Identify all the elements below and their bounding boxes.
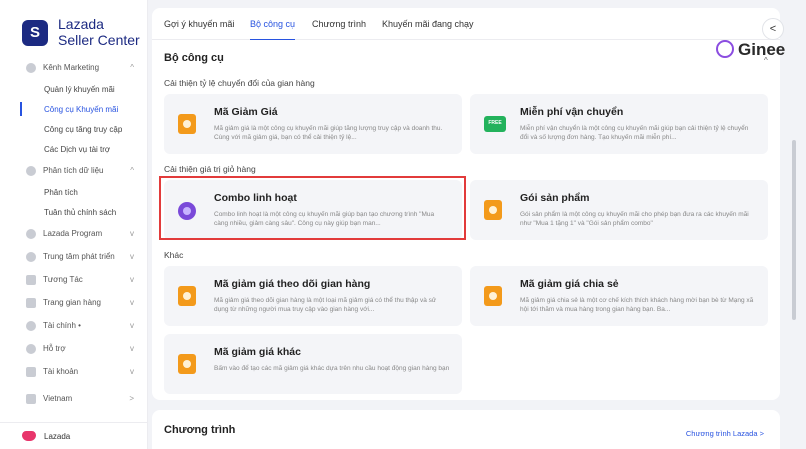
scrollbar[interactable] — [792, 140, 796, 320]
tool-description: Gói sản phẩm là một công cụ khuyến mãi c… — [520, 211, 749, 227]
program-link[interactable]: Chương trình Lazada > — [686, 429, 764, 438]
sidebar-item-label: Vietnam — [43, 394, 73, 403]
finance-icon — [26, 320, 36, 331]
sidebar-item-label: Tài khoản — [43, 367, 79, 376]
chevron-up-icon: ^ — [130, 166, 134, 175]
tab-running-promotions[interactable]: Khuyến mãi đang chạy — [382, 8, 474, 40]
sidebar: S Lazada Seller Center Kênh Marketing ^ Q… — [0, 0, 148, 449]
sidebar-item-label: Tài chính • — [43, 321, 81, 330]
lazada-logo-icon: S — [22, 20, 48, 46]
brand-name: Lazada — [58, 16, 104, 32]
chevron-down-icon: v — [130, 229, 134, 238]
tool-description: Mã giảm giá theo dõi gian hàng là một lo… — [214, 297, 437, 313]
program-card: Chương trình Chương trình Lazada > — [152, 410, 780, 449]
tool-follow-voucher[interactable]: Mã giảm giá theo dõi gian hàng Mã giảm g… — [164, 266, 462, 326]
sidebar-footer[interactable]: Lazada — [0, 422, 148, 449]
sidebar-subitem-sponsored[interactable]: Các Dịch vụ tài trợ — [0, 139, 148, 159]
sidebar-item-account[interactable]: Tài khoản v — [0, 360, 148, 383]
highlight-box — [159, 176, 466, 240]
store-icon — [26, 297, 36, 308]
growth-icon — [26, 251, 36, 262]
collapse-button[interactable]: < — [762, 18, 784, 40]
sidebar-item-marketing[interactable]: Kênh Marketing ^ — [0, 56, 148, 79]
chevron-down-icon: v — [130, 367, 134, 376]
tool-description: Mã giảm giá chia sẻ là một cơ chế kích t… — [520, 297, 754, 313]
account-icon — [26, 366, 36, 377]
voucher-icon — [178, 114, 196, 134]
sidebar-item-label: Kênh Marketing — [43, 63, 100, 72]
sidebar-item-engagement[interactable]: Tương Tác v — [0, 268, 148, 291]
ginee-logo-icon — [716, 40, 734, 58]
tool-share-voucher[interactable]: Mã giảm giá chia sẻ Mã giảm giá chia sẻ … — [470, 266, 768, 326]
sidebar-item-support[interactable]: Hỗ trợ v — [0, 337, 148, 360]
program-title: Chương trình — [164, 424, 236, 436]
sidebar-item-label: Trung tâm phát triển — [43, 252, 115, 261]
sidebar-menu: Kênh Marketing ^ Quản lý khuyến mãi Công … — [0, 56, 148, 410]
sidebar-subitem-promotion-manage[interactable]: Quản lý khuyến mãi — [0, 79, 148, 99]
tool-title: Mã Giảm Giá — [214, 106, 278, 118]
sidebar-subitem-promotion-tools[interactable]: Công cụ Khuyến mãi — [0, 99, 148, 119]
follow-voucher-icon — [178, 286, 196, 306]
sidebar-subitem-analysis[interactable]: Phân tích — [0, 182, 148, 202]
tab-programs[interactable]: Chương trình — [312, 8, 366, 40]
chevron-down-icon: v — [130, 344, 134, 353]
chart-icon — [26, 165, 36, 176]
lazada-heart-icon — [22, 431, 36, 441]
section-label-conversion: Cải thiện tỷ lệ chuyển đổi của gian hàng — [164, 78, 315, 88]
tool-title: Mã giảm giá chia sẻ — [520, 278, 619, 290]
sidebar-item-growth-center[interactable]: Trung tâm phát triển v — [0, 245, 148, 268]
sidebar-item-label: Tương Tác — [43, 275, 83, 284]
sidebar-item-label: Trang gian hàng — [43, 298, 101, 307]
tool-title: Miễn phí vận chuyển — [520, 106, 624, 118]
flag-icon — [26, 393, 36, 404]
sidebar-item-data-analysis[interactable]: Phân tích dữ liệu ^ — [0, 159, 148, 182]
tool-other-voucher[interactable]: Mã giảm giá khác Bấm vào để tạo các mã g… — [164, 334, 462, 394]
bundle-icon — [484, 200, 502, 220]
section-label-other: Khác — [164, 250, 184, 260]
tool-description: Bấm vào để tạo các mã giảm giá khác dựa … — [214, 365, 450, 372]
brand[interactable]: S Lazada Seller Center — [22, 14, 142, 54]
sidebar-item-country[interactable]: Vietnam > — [0, 387, 148, 410]
sidebar-item-lazada-program[interactable]: Lazada Program v — [0, 222, 148, 245]
chevron-right-icon: > — [129, 394, 134, 403]
share-voucher-icon — [484, 286, 502, 306]
sidebar-item-label: Lazada Program — [43, 229, 103, 238]
tool-title: Gói sản phẩm — [520, 192, 590, 204]
brand-subtitle: Seller Center — [58, 32, 140, 48]
chevron-down-icon: v — [130, 275, 134, 284]
section-label-cart-value: Cải thiện giá trị giỏ hàng — [164, 164, 256, 174]
tool-description: Mã giảm giá là một công cụ khuyến mãi gi… — [214, 125, 443, 141]
tab-bar: Gợi ý khuyến mãi Bộ công cụ Chương trình… — [152, 8, 780, 41]
ginee-watermark: Ginee — [738, 40, 786, 59]
tool-title: Mã giảm giá khác — [214, 346, 301, 358]
sidebar-item-label: Phân tích dữ liệu — [43, 166, 104, 175]
chat-icon — [26, 274, 36, 285]
tab-suggestions[interactable]: Gợi ý khuyến mãi — [164, 8, 234, 40]
tool-title: Mã giảm giá theo dõi gian hàng — [214, 278, 371, 290]
sidebar-item-store[interactable]: Trang gian hàng v — [0, 291, 148, 314]
tab-toolkit[interactable]: Bộ công cụ — [250, 8, 296, 41]
tool-free-shipping[interactable]: FREE Miễn phí vận chuyển Miễn phí vận ch… — [470, 94, 768, 154]
sidebar-subitem-traffic-tools[interactable]: Công cụ tăng truy cập — [0, 119, 148, 139]
sidebar-item-label: Hỗ trợ — [43, 344, 66, 353]
chevron-up-icon: ^ — [130, 63, 134, 72]
chevron-down-icon: v — [130, 321, 134, 330]
megaphone-icon — [26, 62, 36, 73]
chevron-down-icon: v — [130, 252, 134, 261]
tool-description: Miễn phí vận chuyển là một công cụ khuyế… — [520, 125, 749, 141]
other-voucher-icon — [178, 354, 196, 374]
sidebar-subitem-policy[interactable]: Tuân thủ chính sách — [0, 202, 148, 222]
footer-brand-label: Lazada — [44, 431, 71, 441]
chevron-down-icon: v — [130, 298, 134, 307]
toolkit-title: Bộ công cụ — [164, 52, 224, 64]
program-icon — [26, 228, 36, 239]
tool-voucher[interactable]: Mã Giảm Giá Mã giảm giá là một công cụ k… — [164, 94, 462, 154]
help-icon — [26, 343, 36, 354]
tool-bundle[interactable]: Gói sản phẩm Gói sản phẩm là một công cụ… — [470, 180, 768, 240]
free-badge: FREE — [488, 120, 502, 126]
sidebar-item-finance[interactable]: Tài chính • v — [0, 314, 148, 337]
